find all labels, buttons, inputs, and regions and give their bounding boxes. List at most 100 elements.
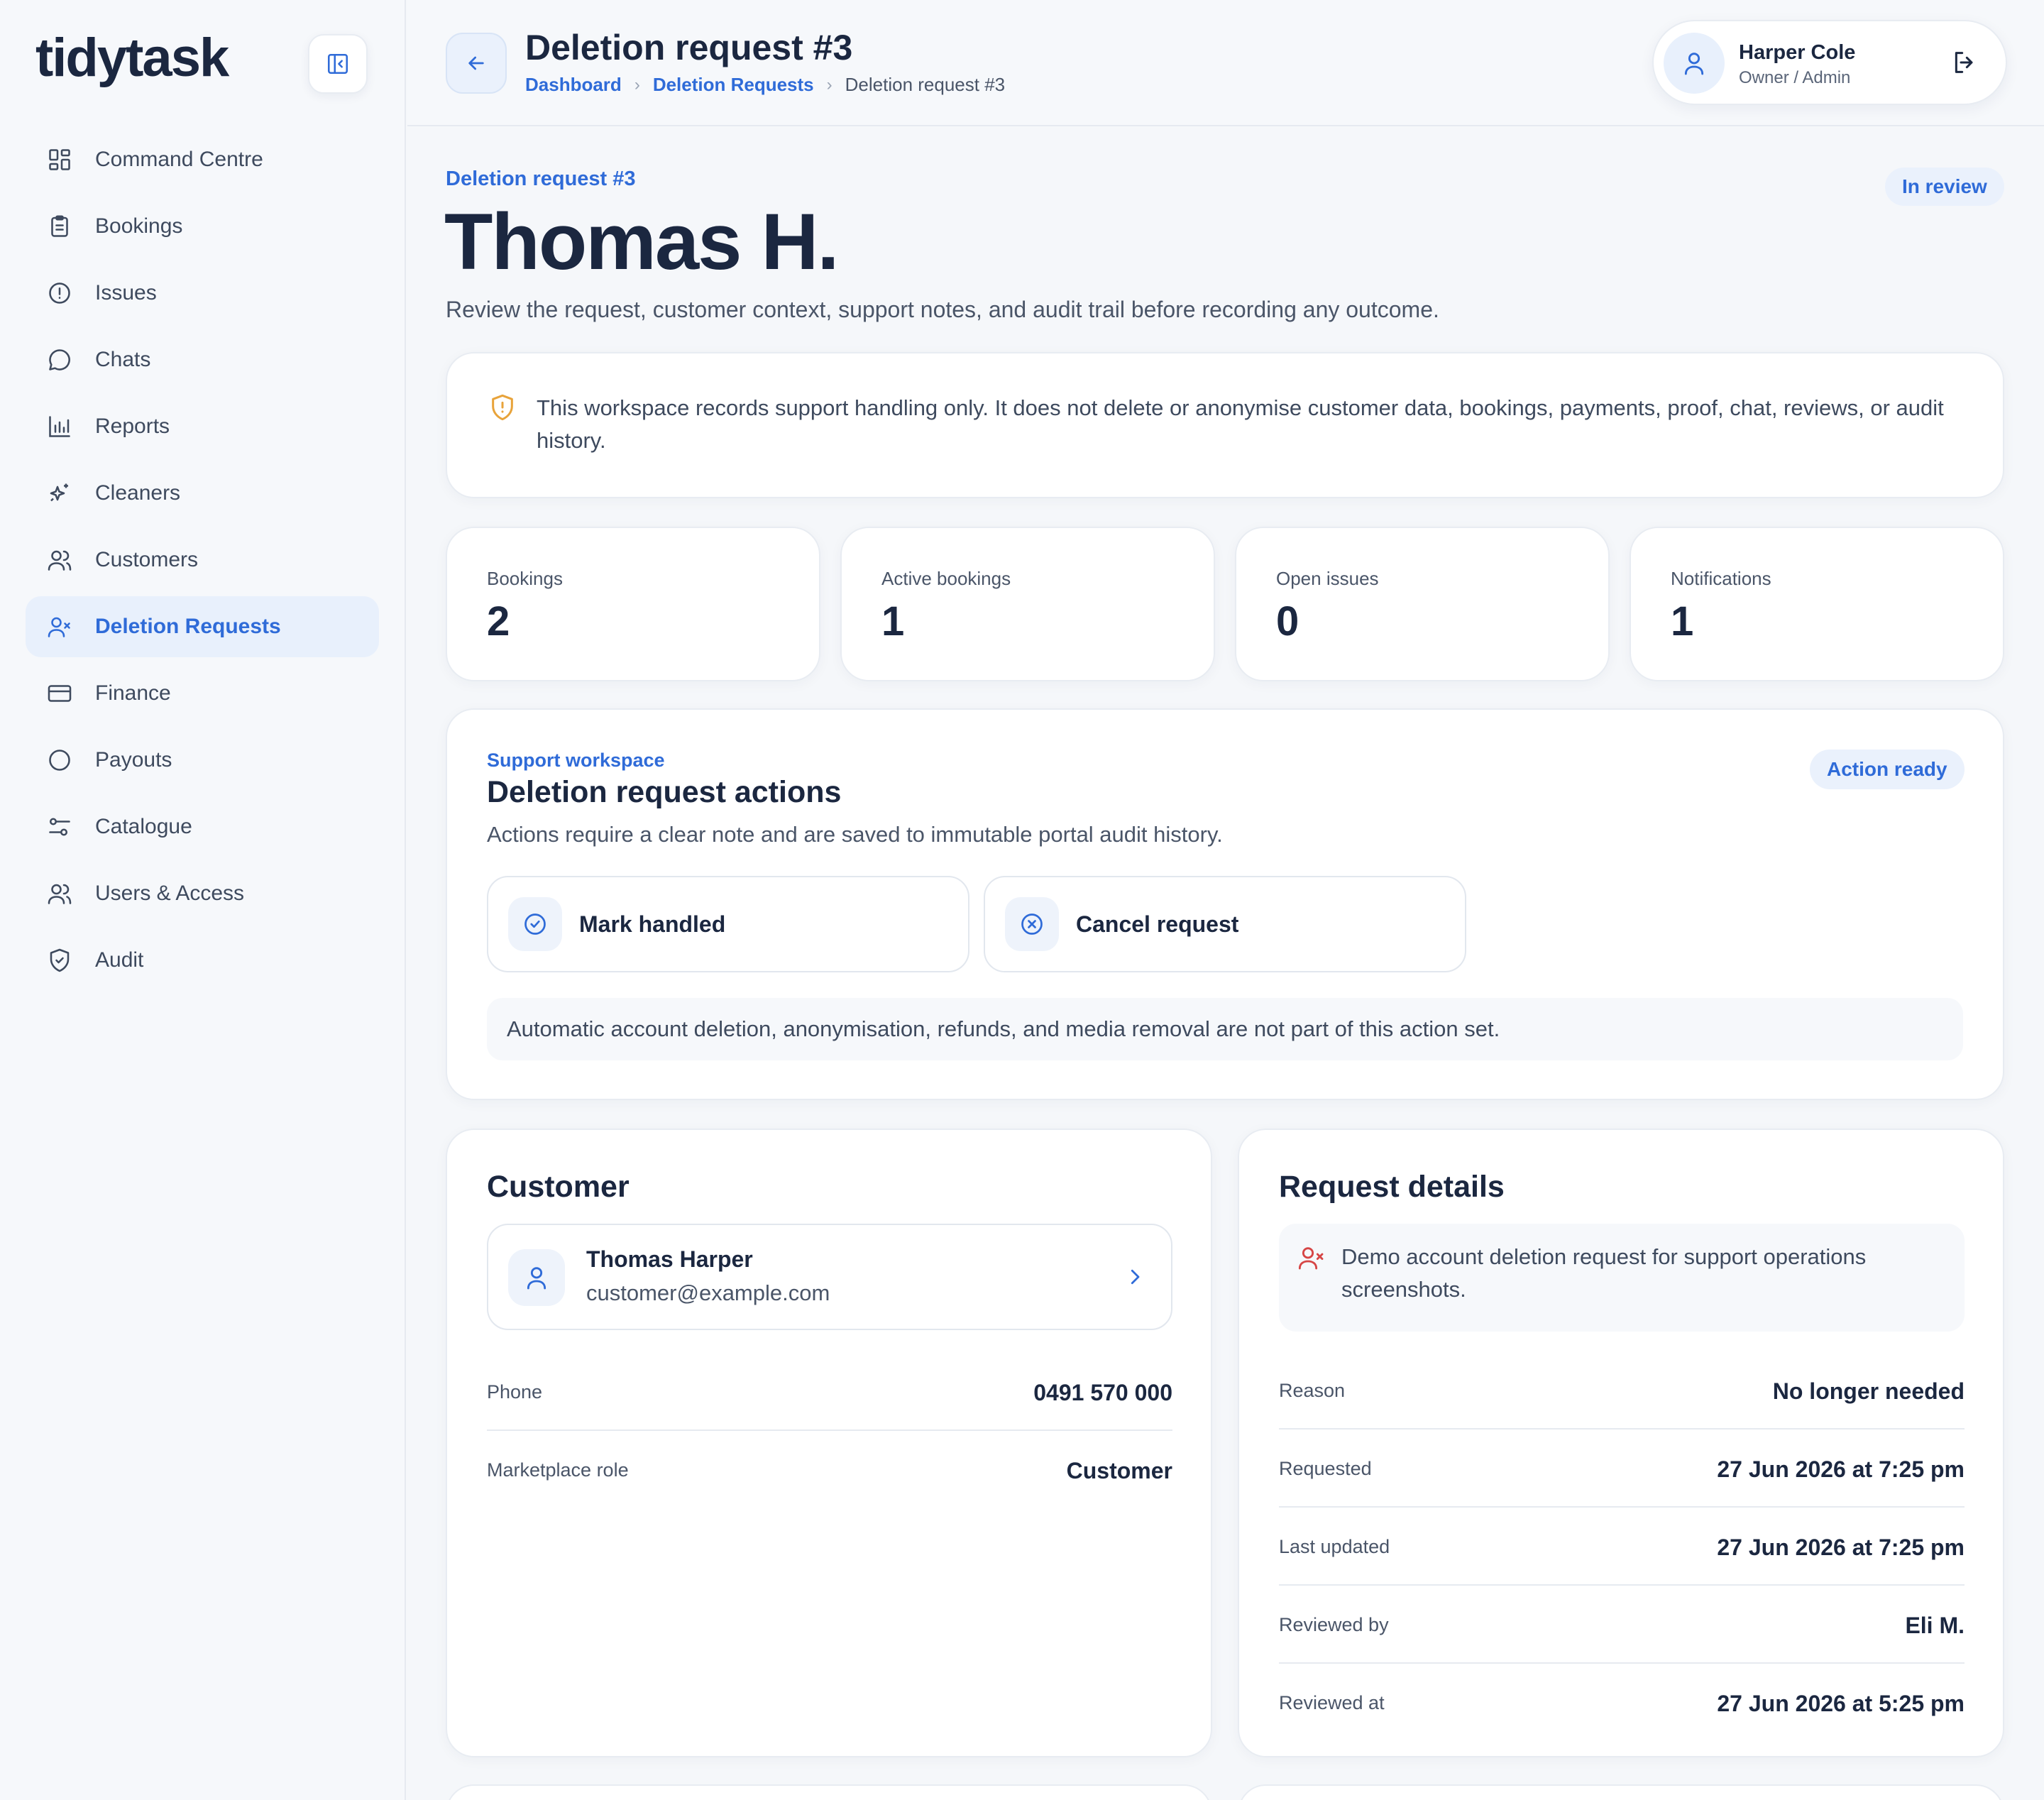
- sidebar-item-payouts[interactable]: Payouts: [26, 730, 379, 791]
- hero-eyebrow: Deletion request #3: [446, 168, 636, 190]
- breadcrumb-dashboard[interactable]: Dashboard: [525, 74, 622, 96]
- field-label: Marketplace role: [487, 1459, 629, 1481]
- sidebar-collapse-icon: [327, 53, 348, 75]
- sidebar-item-label: Command Centre: [95, 148, 263, 171]
- field-value: No longer needed: [1772, 1378, 1965, 1404]
- stat-value: 1: [881, 598, 905, 644]
- grid-icon: [45, 146, 74, 174]
- sidebar-item-customers[interactable]: Customers: [26, 529, 379, 591]
- sidebar-item-issues[interactable]: Issues: [26, 263, 379, 324]
- sidebar-item-deletion-requests[interactable]: Deletion Requests: [26, 596, 379, 657]
- stat-value: 0: [1276, 598, 1300, 644]
- sidebar-item-cleaners[interactable]: Cleaners: [26, 463, 379, 524]
- sidebar-item-bookings[interactable]: Bookings: [26, 196, 379, 257]
- check-circle-icon: [508, 897, 562, 951]
- field-label: Reviewed by: [1279, 1614, 1389, 1635]
- breadcrumb-current: Deletion request #3: [845, 74, 1006, 95]
- sparkle-icon: [45, 479, 74, 507]
- sidebar-item-label: Catalogue: [95, 815, 192, 838]
- stat-label: Notifications: [1671, 568, 1771, 589]
- field-value: 27 Jun 2026 at 5:25 pm: [1717, 1691, 1965, 1716]
- sidebar-item-label: Finance: [95, 681, 171, 705]
- x-circle-icon: [1005, 897, 1059, 951]
- sidebar-item-label: Deletion Requests: [95, 615, 281, 638]
- users-icon: [45, 879, 74, 908]
- back-button[interactable]: [446, 33, 507, 94]
- field-phone: Phone 0491 570 000: [487, 1353, 1172, 1431]
- sidebar-item-audit[interactable]: Audit: [26, 930, 379, 991]
- sidebar-nav: Command Centre Bookings Issues Chats Rep…: [26, 129, 379, 997]
- field-value: Customer: [1066, 1458, 1172, 1483]
- chevron-right-icon: ›: [634, 75, 640, 94]
- clipboard-icon: [45, 212, 74, 241]
- customer-card: Customer Thomas Harper customer@example.…: [446, 1129, 1212, 1757]
- bar-chart-icon: [45, 412, 74, 441]
- sliders-icon: [45, 813, 74, 841]
- stat-card-bookings: Bookings 2: [446, 527, 820, 681]
- stat-label: Bookings: [487, 568, 563, 589]
- request-note: Demo account deletion request for suppor…: [1279, 1224, 1965, 1332]
- breadcrumb-deletion-requests[interactable]: Deletion Requests: [653, 74, 814, 96]
- field-label: Last updated: [1279, 1536, 1390, 1557]
- sidebar-item-chats[interactable]: Chats: [26, 329, 379, 390]
- sidebar-item-users-access[interactable]: Users & Access: [26, 863, 379, 924]
- button-label: Mark handled: [579, 911, 726, 937]
- chevron-right-icon: ›: [826, 75, 833, 94]
- users-icon: [45, 546, 74, 574]
- field-label: Reason: [1279, 1380, 1346, 1401]
- actions-card: Support workspace Deletion request actio…: [446, 708, 2004, 1100]
- sidebar-item-catalogue[interactable]: Catalogue: [26, 796, 379, 857]
- page-title: Deletion request #3: [525, 28, 853, 67]
- status-badge: In review: [1885, 168, 2004, 206]
- sidebar: tidytask Command Centre Bookings Issues …: [0, 0, 406, 1800]
- next-section-card: [446, 1784, 1212, 1800]
- cancel-request-button[interactable]: Cancel request: [984, 876, 1466, 972]
- sidebar-item-label: Payouts: [95, 748, 172, 772]
- user-x-icon: [1297, 1244, 1326, 1272]
- sidebar-item-label: Reports: [95, 415, 170, 438]
- field-value: 27 Jun 2026 at 7:25 pm: [1717, 1456, 1965, 1482]
- field-reviewed-by: Reviewed by Eli M.: [1279, 1586, 1965, 1664]
- stat-label: Active bookings: [881, 568, 1011, 589]
- sidebar-item-label: Customers: [95, 548, 199, 571]
- request-details-title: Request details: [1279, 1170, 1505, 1204]
- logout-button[interactable]: [1950, 48, 1979, 77]
- arrow-left-icon: [468, 56, 484, 70]
- field-value: 0491 570 000: [1033, 1380, 1172, 1405]
- actions-footnote: Automatic account deletion, anonymisatio…: [487, 998, 1963, 1060]
- field-label: Requested: [1279, 1458, 1372, 1479]
- circle-icon: [45, 746, 74, 774]
- request-details-card: Request details Demo account deletion re…: [1238, 1129, 2004, 1757]
- chat-bubble-icon: [45, 346, 74, 374]
- actions-eyebrow: Support workspace: [487, 750, 665, 771]
- sidebar-item-label: Issues: [95, 281, 157, 304]
- user-icon: [1684, 53, 1704, 75]
- avatar: [1664, 33, 1725, 94]
- sidebar-item-label: Audit: [95, 948, 144, 972]
- notice-text: This workspace records support handling …: [537, 395, 1944, 453]
- hero-name: Thomas H.: [444, 197, 840, 286]
- mark-handled-button[interactable]: Mark handled: [487, 876, 969, 972]
- actions-title: Deletion request actions: [487, 775, 842, 809]
- customer-link[interactable]: Thomas Harper customer@example.com: [487, 1224, 1172, 1330]
- page-header: Deletion request #3 Dashboard › Deletion…: [407, 0, 2044, 126]
- stat-value: 2: [487, 598, 510, 644]
- actions-subtitle: Actions require a clear note and are sav…: [487, 822, 1223, 847]
- user-name: Harper Cole: [1739, 41, 1856, 64]
- user-menu[interactable]: Harper Cole Owner / Admin: [1652, 20, 2007, 105]
- field-value: Eli M.: [1905, 1613, 1965, 1638]
- field-label: Reviewed at: [1279, 1692, 1385, 1713]
- sidebar-item-label: Cleaners: [95, 481, 181, 505]
- field-requested: Requested 27 Jun 2026 at 7:25 pm: [1279, 1429, 1965, 1508]
- stat-card-active-bookings: Active bookings 1: [840, 527, 1215, 681]
- sidebar-item-command-centre[interactable]: Command Centre: [26, 129, 379, 190]
- breadcrumb: Dashboard › Deletion Requests › Deletion…: [525, 74, 1005, 96]
- collapse-sidebar-button[interactable]: [308, 34, 368, 94]
- hero-subtitle: Review the request, customer context, su…: [446, 297, 1439, 322]
- next-section-card: [1238, 1784, 2004, 1800]
- app-logo: tidytask: [35, 28, 229, 88]
- user-icon: [508, 1249, 565, 1306]
- sidebar-item-reports[interactable]: Reports: [26, 396, 379, 457]
- sidebar-item-finance[interactable]: Finance: [26, 663, 379, 724]
- customer-title: Customer: [487, 1170, 630, 1204]
